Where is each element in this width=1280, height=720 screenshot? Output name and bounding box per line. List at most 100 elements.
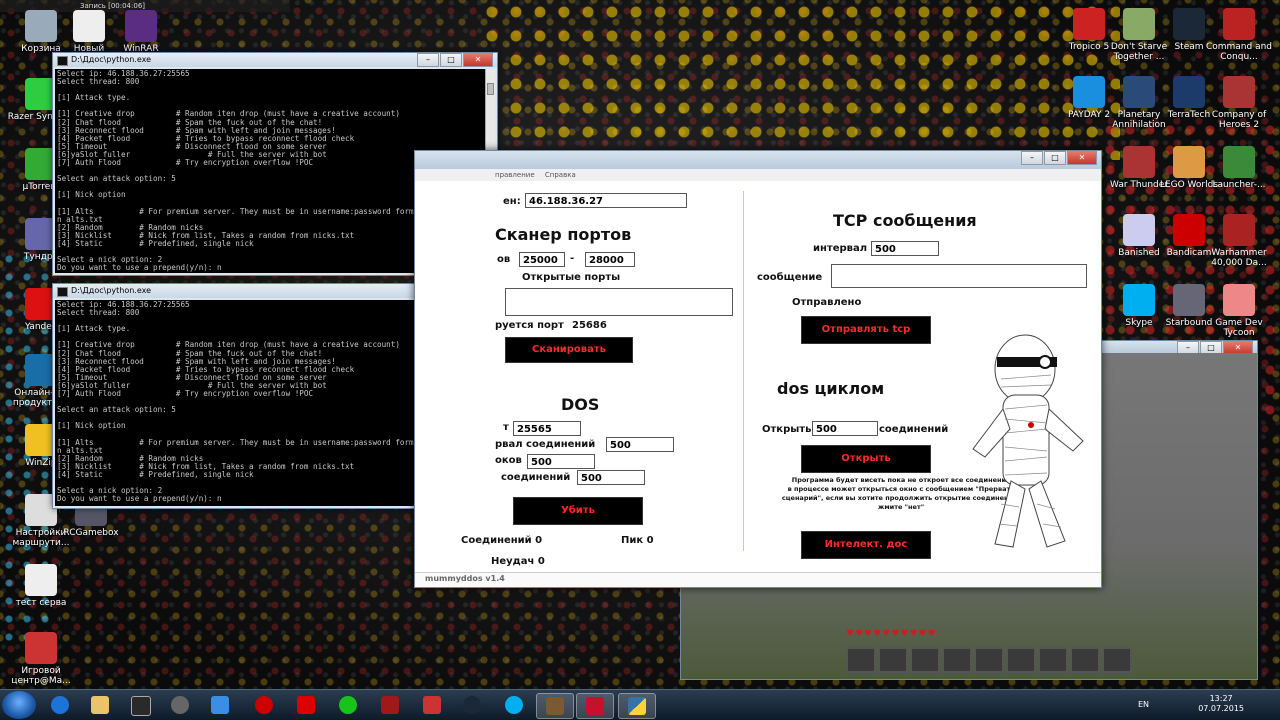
desktop-icon[interactable]: Launcher-... xyxy=(1202,146,1276,190)
clock-time: 13:27 xyxy=(1209,694,1233,703)
app-icon xyxy=(1073,8,1105,40)
recording-label: Запись [00:04:06] xyxy=(80,2,146,10)
menu-item-control[interactable]: правление xyxy=(495,171,535,179)
app-icon xyxy=(1223,284,1255,316)
app-icon xyxy=(1173,146,1205,178)
app-icon xyxy=(1123,214,1155,246)
app-icon xyxy=(1173,8,1205,40)
app-icon xyxy=(25,632,57,664)
open-suffix: соединений xyxy=(879,424,949,435)
status-footer: mummyddos v1.4 xyxy=(415,572,1101,587)
explorer-taskbar-button[interactable] xyxy=(82,693,118,717)
open-button[interactable]: Открыть xyxy=(801,445,931,473)
tcp-interval-input[interactable]: 500 xyxy=(871,241,939,256)
current-port-value: 25686 xyxy=(572,320,607,331)
app-icon xyxy=(25,564,57,596)
start-button[interactable] xyxy=(2,691,36,719)
desktop-icon-label: Warhammer 40,000 Da... xyxy=(1211,248,1267,268)
steam-taskbar-button[interactable] xyxy=(454,693,490,717)
open-ports-field[interactable] xyxy=(505,288,733,316)
app-icon xyxy=(1123,8,1155,40)
interval-input[interactable]: 500 xyxy=(606,437,674,452)
game-taskbar-button[interactable] xyxy=(372,693,408,717)
kill-button[interactable]: Убить xyxy=(513,497,643,525)
port-input[interactable]: 25565 xyxy=(513,421,581,436)
media-taskbar-button[interactable] xyxy=(202,693,238,717)
app-icon xyxy=(1123,76,1155,108)
console-title: D:\Ддос\python.exe xyxy=(71,55,152,64)
version-label: mummyddos v1.4 xyxy=(425,574,505,583)
range-dash: - xyxy=(570,253,575,264)
tcp-send-button[interactable]: Отправлять tcp xyxy=(801,316,931,344)
app-icon xyxy=(73,10,105,42)
port-label: т xyxy=(503,422,509,433)
column-separator xyxy=(743,191,744,551)
tcp-interval-label: интервал xyxy=(813,243,868,254)
current-port-label: руется порт xyxy=(495,320,564,331)
fails-counter: Неудач 0 xyxy=(491,556,545,567)
flash-taskbar-button[interactable] xyxy=(576,693,614,719)
record-taskbar-button[interactable] xyxy=(246,693,282,717)
app-icon xyxy=(1123,146,1155,178)
app-icon xyxy=(1223,8,1255,40)
intel-dos-button[interactable]: Интелект. дос xyxy=(801,531,931,559)
app-icon xyxy=(1173,284,1205,316)
mummyddos-window[interactable]: – □ ✕ правление Справка ен: 46.188.36.27… xyxy=(414,150,1102,588)
minimize-button[interactable]: – xyxy=(417,53,439,67)
conn-label: соединений xyxy=(501,472,571,483)
razer-taskbar-button[interactable] xyxy=(330,693,366,717)
threads-input[interactable]: 500 xyxy=(527,454,595,469)
minimize-button[interactable]: – xyxy=(1021,151,1043,165)
maximize-button[interactable]: □ xyxy=(1044,151,1066,165)
range-from-input[interactable]: 25000 xyxy=(519,252,565,267)
app-icon xyxy=(1223,214,1255,246)
desktop-icon[interactable]: WinRAR xyxy=(104,10,178,54)
ct-taskbar-button[interactable] xyxy=(414,693,450,717)
desktop-icon[interactable]: Command and Conqu... xyxy=(1202,8,1276,62)
hotbar xyxy=(846,647,1132,673)
conn-input[interactable]: 500 xyxy=(577,470,645,485)
python-taskbar-button[interactable] xyxy=(618,693,656,719)
clock-date: 07.07.2015 xyxy=(1198,704,1244,713)
app-icon xyxy=(1123,284,1155,316)
range-to-input[interactable]: 28000 xyxy=(585,252,635,267)
tcp-title: TCP сообщения xyxy=(833,211,977,230)
app-icon xyxy=(1173,214,1205,246)
desktop-icon[interactable]: Game Dev Tycoon xyxy=(1202,284,1276,338)
maximize-button[interactable]: □ xyxy=(440,53,462,67)
skype-taskbar-button[interactable] xyxy=(496,693,532,717)
language-indicator[interactable]: EN xyxy=(1138,700,1149,709)
desktop-icon[interactable]: Игровой центр@Ma... xyxy=(4,632,78,686)
menu-item-help[interactable]: Справка xyxy=(545,171,576,179)
desktop-icon[interactable]: тест серва xyxy=(4,564,78,608)
tcp-message-input[interactable] xyxy=(831,264,1087,288)
scan-button[interactable]: Сканировать xyxy=(505,337,633,363)
open-input[interactable]: 500 xyxy=(812,421,878,436)
terminal-taskbar-button[interactable] xyxy=(122,693,158,717)
menu-bar: правление Справка xyxy=(415,169,1101,181)
console-icon xyxy=(57,287,68,297)
clock[interactable]: 13:27 07.07.2015 xyxy=(1198,694,1244,714)
network-taskbar-button[interactable] xyxy=(162,693,198,717)
tcp-sent-label: Отправлено xyxy=(792,297,862,308)
app-icon xyxy=(125,10,157,42)
connections-counter: Соединений 0 xyxy=(461,535,543,546)
yandex-taskbar-button[interactable] xyxy=(288,693,324,717)
close-button[interactable]: ✕ xyxy=(1067,151,1097,165)
desktop-icon[interactable]: Company of Heroes 2 xyxy=(1202,76,1276,130)
app-titlebar[interactable]: – □ ✕ xyxy=(415,151,1101,169)
ip-input[interactable]: 46.188.36.27 xyxy=(525,193,687,208)
ie-taskbar-button[interactable] xyxy=(42,693,78,717)
app-icon xyxy=(1223,76,1255,108)
desktop-icon-label: Launcher-... xyxy=(1212,180,1266,190)
console-icon xyxy=(57,56,68,66)
tcp-message-label: сообщение xyxy=(757,272,823,283)
console-titlebar[interactable]: D:\Ддос\python.exe – □ ✕ xyxy=(53,53,497,67)
desktop-icon-label: RCGamebox xyxy=(63,528,119,538)
minecraft-taskbar-button[interactable] xyxy=(536,693,574,719)
desktop-icon-label: Игровой центр@Ma... xyxy=(11,666,71,686)
peak-counter: Пик 0 xyxy=(621,535,654,546)
desktop-icon[interactable]: Warhammer 40,000 Da... xyxy=(1202,214,1276,268)
close-button[interactable]: ✕ xyxy=(463,53,493,67)
desktop-icon-label: Game Dev Tycoon xyxy=(1215,318,1263,338)
